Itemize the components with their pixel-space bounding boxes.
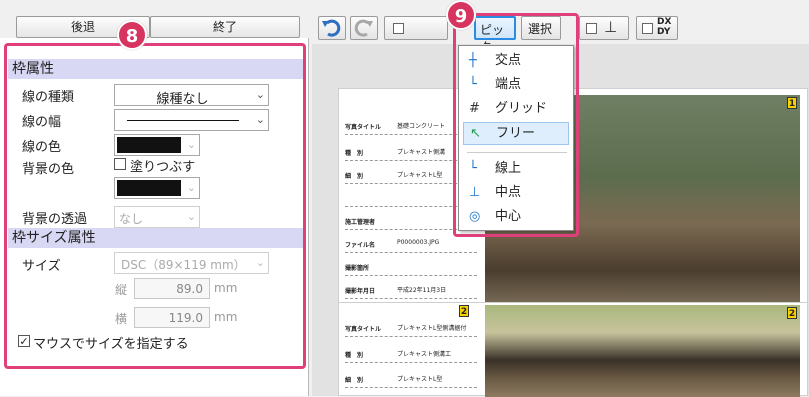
table-row: 撮影年月日 平成22年11月3日 bbox=[345, 277, 477, 299]
checkbox-icon bbox=[642, 23, 653, 34]
undo-button[interactable] bbox=[318, 16, 346, 40]
panel-highlight bbox=[4, 43, 306, 369]
checkbox-icon bbox=[393, 23, 404, 34]
checkbox-icon bbox=[586, 23, 597, 34]
table-row: 撮影箇所 bbox=[345, 254, 477, 276]
snap-button[interactable]: ⊥ bbox=[579, 16, 629, 40]
menu-highlight bbox=[453, 13, 579, 237]
photo-number-tag: 1 bbox=[787, 97, 797, 109]
redo-button[interactable] bbox=[350, 16, 378, 40]
dxdy-top: DX bbox=[657, 17, 672, 27]
end-button[interactable]: 終了 bbox=[150, 16, 300, 38]
table-row: 細 別プレキャストL型 bbox=[345, 366, 477, 388]
site-photo-2 bbox=[485, 305, 800, 397]
dxdy-bottom: DY bbox=[657, 27, 671, 37]
snap-icon: ⊥ bbox=[604, 18, 618, 36]
step-badge-9: 9 bbox=[446, 0, 476, 30]
dxdy-button[interactable]: DX DY bbox=[636, 16, 678, 40]
table-row: 写真タイトル プレキャストL型側溝据付 bbox=[345, 315, 477, 337]
undo-icon bbox=[322, 19, 341, 37]
photo-number-tag-small: 2 bbox=[459, 305, 469, 317]
photo-page-2: 写真タイトル プレキャストL型側溝据付 種 別プレキャスト側溝工 細 別プレキャス… bbox=[338, 302, 808, 397]
step-badge-8: 8 bbox=[117, 20, 147, 50]
redo-icon bbox=[354, 19, 373, 37]
photo-number-tag: 2 bbox=[787, 307, 797, 319]
table-row: 種 別プレキャスト側溝工 bbox=[345, 341, 477, 363]
toolbar-button-3[interactable] bbox=[384, 16, 448, 40]
